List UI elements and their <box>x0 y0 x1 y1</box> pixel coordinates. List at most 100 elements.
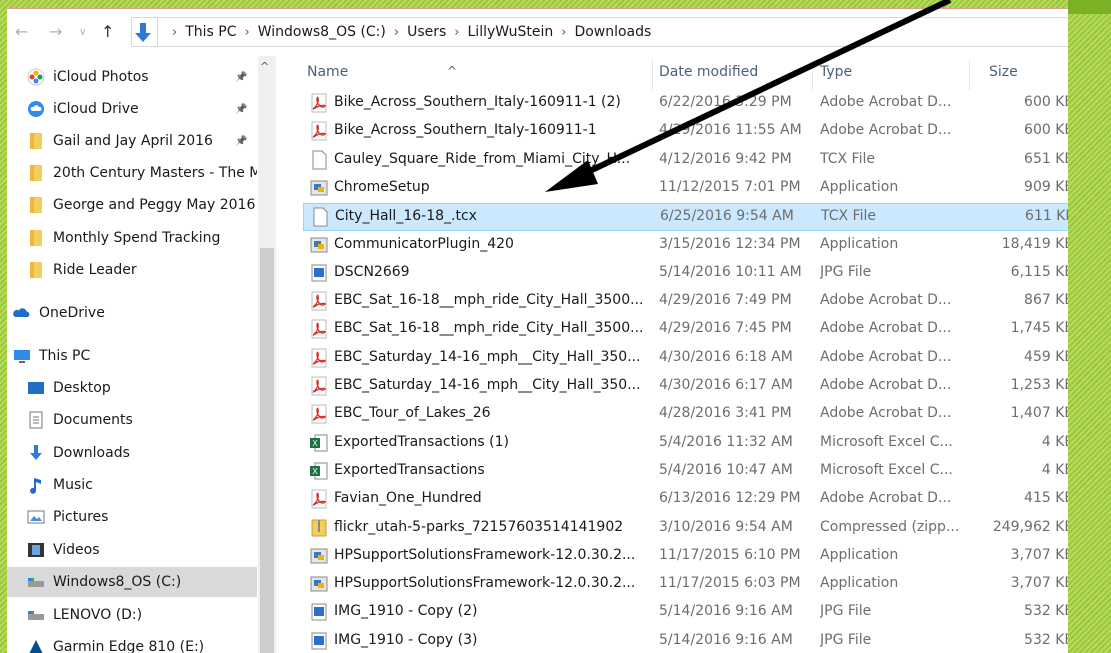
breadcrumb-item[interactable]: Downloads <box>574 24 651 40</box>
file-name[interactable]: IMG_1910 - Copy (2) <box>334 603 644 619</box>
column-name-header[interactable]: Name <box>307 64 348 80</box>
file-name[interactable]: HPSupportSolutionsFramework-12.0.30.2... <box>334 547 644 563</box>
breadcrumb-separator-icon[interactable]: › <box>394 25 399 40</box>
sidebar-item[interactable]: Desktop <box>7 373 257 403</box>
drive-icon <box>27 573 45 591</box>
pin-icon[interactable]: 📌 <box>235 72 247 83</box>
file-name[interactable]: ExportedTransactions <box>334 462 644 478</box>
sidebar-item[interactable]: Music <box>7 470 257 500</box>
sidebar-item[interactable]: LENOVO (D:) <box>7 600 257 630</box>
sidebar-item[interactable]: OneDrive <box>7 298 257 328</box>
table-row[interactable]: flickr_utah-5-parks_72157603514141902 3/1… <box>303 515 1068 543</box>
file-type: Compressed (zipp... <box>820 518 960 535</box>
file-name[interactable]: CommunicatorPlugin_420 <box>334 236 644 252</box>
scroll-up-icon[interactable]: ^ <box>260 60 269 73</box>
music-icon <box>27 476 45 494</box>
column-divider[interactable] <box>969 60 970 90</box>
table-row[interactable]: IMG_1910 - Copy (2) 5/14/2016 9:16 AM JPG … <box>303 599 1068 627</box>
file-name[interactable]: ChromeSetup <box>334 179 644 195</box>
file-name[interactable]: DSCN2669 <box>334 264 644 280</box>
table-row[interactable]: Bike_Across_Southern_Italy-160911-1 (2) 6… <box>303 90 1068 118</box>
file-size: 867 KB <box>1024 292 1068 309</box>
file-name[interactable]: IMG_1910 - Copy (3) <box>334 632 644 648</box>
table-row[interactable]: EBC_Sat_16-18__mph_ride_City_Hall_3500..… <box>303 316 1068 344</box>
file-name[interactable]: Cauley_Square_Ride_from_Miami_City_H... <box>334 151 644 167</box>
pin-icon[interactable]: 📌 <box>235 136 247 147</box>
sidebar-item[interactable]: Pictures <box>7 502 257 532</box>
table-row[interactable]: CommunicatorPlugin_420 3/15/2016 12:34 PM… <box>303 232 1068 260</box>
file-name[interactable]: HPSupportSolutionsFramework-12.0.30.2... <box>334 575 644 591</box>
file-name[interactable]: ExportedTransactions (1) <box>334 434 644 450</box>
sidebar-item[interactable]: Ride Leader <box>7 255 257 285</box>
sidebar-item[interactable]: Windows8_OS (C:) <box>7 567 257 597</box>
column-type-header[interactable]: Type <box>820 64 852 80</box>
pdf-file-icon <box>309 319 329 339</box>
breadcrumb-separator-icon[interactable]: › <box>172 25 177 40</box>
file-name[interactable]: flickr_utah-5-parks_72157603514141902 <box>334 519 644 535</box>
sidebar-item[interactable]: iCloud Photos 📌 <box>7 62 257 92</box>
up-arrow-icon[interactable]: ↑ <box>101 22 114 41</box>
table-row[interactable]: HPSupportSolutionsFramework-12.0.30.2...… <box>303 543 1068 571</box>
table-row[interactable]: X ExportedTransactions 5/4/2016 10:47 AM Mi… <box>303 458 1068 486</box>
table-row[interactable]: ChromeSetup 11/12/2015 7:01 PM Application… <box>303 175 1068 203</box>
breadcrumb-separator-icon[interactable]: › <box>561 25 566 40</box>
file-name[interactable]: City_Hall_16-18_.tcx <box>335 208 645 224</box>
breadcrumb-separator-icon[interactable]: › <box>244 25 249 40</box>
download-icon <box>27 444 45 462</box>
file-name[interactable]: Favian_One_Hundred <box>334 490 644 506</box>
file-date: 5/4/2016 11:32 AM <box>659 433 793 450</box>
table-row[interactable]: Cauley_Square_Ride_from_Miami_City_H... 4… <box>303 147 1068 175</box>
file-name[interactable]: Bike_Across_Southern_Italy-160911-1 (2) <box>334 94 644 110</box>
table-row[interactable]: EBC_Saturday_14-16_mph__City_Hall_350...… <box>303 373 1068 401</box>
sidebar-item[interactable]: 20th Century Masters - The M <box>7 158 257 188</box>
file-name[interactable]: EBC_Sat_16-18__mph_ride_City_Hall_3500..… <box>334 320 644 336</box>
table-row[interactable]: X ExportedTransactions (1) 5/4/2016 11:32 … <box>303 430 1068 458</box>
table-row[interactable]: Favian_One_Hundred 6/13/2016 12:29 PM Adob… <box>303 486 1068 514</box>
table-row[interactable]: EBC_Tour_of_Lakes_26 4/28/2016 3:41 PM Ado… <box>303 401 1068 429</box>
file-name[interactable]: EBC_Saturday_14-16_mph__City_Hall_350... <box>334 349 644 365</box>
file-type: JPG File <box>820 603 872 620</box>
file-name[interactable]: EBC_Tour_of_Lakes_26 <box>334 405 644 421</box>
column-divider[interactable] <box>812 60 813 90</box>
table-row[interactable]: DSCN2669 5/14/2016 10:11 AM JPG File 6,115 … <box>303 260 1068 288</box>
breadcrumb-item[interactable]: Windows8_OS (C:) <box>258 24 386 40</box>
table-row[interactable]: EBC_Sat_16-18__mph_ride_City_Hall_3500..… <box>303 288 1068 316</box>
breadcrumb-item[interactable]: This PC <box>185 24 236 40</box>
sidebar-item[interactable]: This PC <box>7 341 257 371</box>
sidebar-item-label: Gail and Jay April 2016 <box>53 133 213 149</box>
file-date: 4/29/2016 7:45 PM <box>659 320 792 337</box>
sidebar-item[interactable]: Documents <box>7 405 257 435</box>
sidebar-item[interactable]: Garmin Edge 810 (E:) <box>7 632 257 653</box>
breadcrumb-item[interactable]: LillyWuStein <box>468 24 554 40</box>
svg-text:X: X <box>312 467 318 476</box>
navigation-scrollbar-thumb[interactable] <box>260 248 274 653</box>
file-name[interactable]: EBC_Saturday_14-16_mph__City_Hall_350... <box>334 377 644 393</box>
breadcrumb-item[interactable]: Users <box>407 24 446 40</box>
table-row[interactable]: HPSupportSolutionsFramework-12.0.30.2...… <box>303 571 1068 599</box>
column-size-header[interactable]: Size <box>989 64 1018 80</box>
file-date: 4/30/2016 6:17 AM <box>659 377 793 393</box>
sidebar-item[interactable]: Downloads <box>7 438 257 468</box>
column-divider[interactable] <box>652 60 653 90</box>
table-row[interactable]: EBC_Saturday_14-16_mph__City_Hall_350...… <box>303 345 1068 373</box>
file-size: 600 KB <box>1024 122 1068 139</box>
sidebar-item[interactable]: iCloud Drive 📌 <box>7 94 257 124</box>
sidebar-item[interactable]: Gail and Jay April 2016 📌 <box>7 126 257 156</box>
table-row[interactable]: IMG_1910 - Copy (3) 5/14/2016 9:16 AM JPG … <box>303 628 1068 653</box>
file-size: 3,707 KB <box>1010 575 1068 592</box>
table-row[interactable]: Bike_Across_Southern_Italy-160911-1 4/29/… <box>303 118 1068 146</box>
breadcrumb-separator-icon[interactable]: › <box>454 25 459 40</box>
sidebar-item[interactable]: George and Peggy May 2016 <box>7 190 257 220</box>
column-date-header[interactable]: Date modified <box>659 64 758 80</box>
pin-icon[interactable]: 📌 <box>235 104 247 115</box>
sidebar-item[interactable]: Videos <box>7 535 257 565</box>
table-row[interactable]: City_Hall_16-18_.tcx 6/25/2016 9:54 AM TCX… <box>303 203 1068 232</box>
sidebar-item[interactable]: Monthly Spend Tracking <box>7 223 257 253</box>
file-name[interactable]: Bike_Across_Southern_Italy-160911-1 <box>334 122 644 138</box>
recent-locations-chevron-icon[interactable]: ∨ <box>79 27 86 38</box>
back-icon[interactable]: ← <box>15 22 28 41</box>
file-name[interactable]: EBC_Sat_16-18__mph_ride_City_Hall_3500..… <box>334 292 644 308</box>
forward-icon[interactable]: → <box>49 22 62 41</box>
folder-icon <box>27 196 45 214</box>
file-file-icon <box>310 207 330 227</box>
